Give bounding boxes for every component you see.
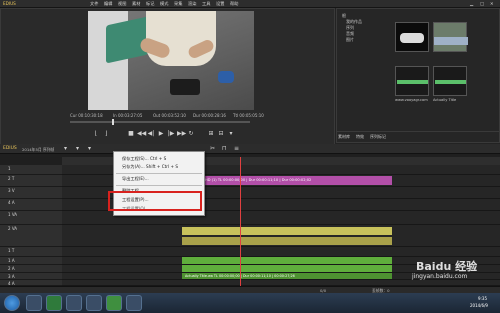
watermark-brand: Baidu 经验 — [416, 260, 478, 273]
menu-icon[interactable]: ▾ — [227, 130, 235, 138]
video-preview — [88, 11, 254, 110]
bin-thumbnail[interactable] — [395, 22, 429, 52]
menu-separator — [116, 185, 202, 186]
snap-icon[interactable]: ⊓ — [222, 145, 227, 152]
menu-item-save-project[interactable]: 保存工程(S)... Ctrl + S — [122, 156, 166, 162]
playhead[interactable] — [240, 157, 241, 294]
track-header[interactable]: 4 A — [0, 199, 62, 211]
taskbar-app-icon[interactable] — [106, 295, 122, 311]
taskbar-edius-icon[interactable] — [46, 295, 62, 311]
timeline-clip[interactable]: Actually Title.wa TL 00:00:00;00 | Dur 0… — [182, 273, 392, 279]
open-icon[interactable]: ▾ — [76, 145, 79, 152]
timeline-clip[interactable] — [182, 227, 392, 235]
thumbnail-label: www.vooyagr.com — [395, 98, 428, 102]
overwrite-icon[interactable]: ⊟ — [217, 130, 225, 138]
baidu-watermark: Baidu 经验 jingyan.baidu.com — [404, 258, 496, 280]
bin-thumbnail-audio[interactable] — [433, 66, 467, 96]
tab-sequence-marker[interactable]: 序列标记 — [370, 134, 386, 140]
timeline-clip-audio[interactable] — [182, 237, 392, 245]
menu-view[interactable]: 视图 — [118, 1, 126, 7]
track-row[interactable] — [62, 225, 500, 247]
bin-thumbnail[interactable] — [433, 22, 468, 52]
mark-in-icon[interactable]: ⌊ — [92, 130, 100, 138]
taskbar-explorer-icon[interactable] — [26, 295, 42, 311]
track-header[interactable]: 1 T — [0, 247, 62, 257]
timecode-dur: Dur 00:00:28:16 — [193, 113, 226, 118]
taskbar-app-icon[interactable] — [66, 295, 82, 311]
timecode-cur: Cur 00:10:30:18 — [70, 113, 103, 118]
edius-app: EDIUS 文件 编辑 视图 素材 标记 模式 采集 渲染 工具 设置 帮助 ▁… — [0, 0, 500, 313]
menu-edit[interactable]: 编辑 — [104, 1, 112, 7]
track-row[interactable] — [62, 247, 500, 257]
track-header[interactable]: 3 A — [0, 273, 62, 280]
timecode-ttl: Ttl 00:05:05:10 — [233, 113, 264, 118]
taskbar-app-icon[interactable] — [126, 295, 142, 311]
clip-label: HD (1) TL 00:00:00;00 | Dur 00:00:11;10 … — [205, 178, 312, 182]
app-logo: EDIUS — [3, 1, 16, 6]
thumbnail-label: Actually Title — [433, 98, 457, 102]
start-button[interactable] — [4, 295, 20, 311]
taskbar-app-icon[interactable] — [86, 295, 102, 311]
menu-item-export-project[interactable]: 导出工程(E)... — [122, 176, 149, 182]
status-bar: 0/0 丢帧数：0 — [0, 286, 500, 293]
tab-effects[interactable]: 特效 — [356, 134, 364, 140]
tab-bin[interactable]: 素材库 — [338, 134, 350, 140]
fast-forward-icon[interactable]: ▶▶ — [177, 130, 186, 138]
track-header[interactable]: 1 A — [0, 257, 62, 265]
timeline-clip[interactable]: HD (1) TL 00:00:00;00 | Dur 00:00:11;10 … — [202, 176, 392, 185]
bin-tabs: 素材库 特效 序列标记 — [336, 131, 500, 141]
bin-folder-tree: 根 我的作品 序列 音频 图片 — [338, 13, 388, 133]
menu-mode[interactable]: 模式 — [160, 1, 168, 7]
track-header[interactable]: 1 — [0, 165, 62, 175]
maximize-icon[interactable]: □ — [480, 1, 484, 6]
scrub-handle[interactable] — [112, 119, 114, 125]
menu-help[interactable]: 帮助 — [230, 1, 238, 7]
cut-icon[interactable]: ✂ — [210, 145, 215, 152]
menu-clip[interactable]: 素材 — [132, 1, 140, 7]
title-bar: EDIUS 文件 编辑 视图 素材 标记 模式 采集 渲染 工具 设置 帮助 ▁… — [0, 0, 500, 8]
menu-marker[interactable]: 标记 — [146, 1, 154, 7]
play-icon[interactable]: ▶ — [157, 130, 165, 138]
windows-taskbar: 9:35 2014/6/9 — [0, 293, 500, 313]
loop-icon[interactable]: ↻ — [187, 130, 195, 138]
menu-tools[interactable]: 工具 — [202, 1, 210, 7]
bin-thumbnail-audio[interactable] — [395, 66, 429, 96]
highlight-box — [108, 191, 202, 211]
track-header[interactable]: 2 A — [0, 265, 62, 273]
clock-time: 9:35 — [478, 296, 487, 301]
new-icon[interactable]: ▾ — [64, 145, 67, 152]
track-header[interactable]: 3 V — [0, 187, 62, 199]
watermark-url: jingyan.baidu.com — [412, 273, 468, 280]
ripple-icon[interactable]: ≡ — [234, 145, 239, 152]
timecode-out: Out 00:03:52:10 — [153, 113, 186, 118]
rewind-icon[interactable]: ◀◀ — [137, 130, 146, 138]
timeline-app-logo: EDIUS — [3, 146, 17, 151]
project-name: 2014年5月 序列帧 — [22, 146, 55, 152]
step-forward-icon[interactable]: |▶ — [167, 130, 175, 138]
track-header[interactable]: 2 VA — [0, 225, 62, 247]
mark-out-icon[interactable]: ⌋ — [102, 130, 110, 138]
save-icon[interactable]: ▾ — [88, 145, 91, 152]
timeline-toolbar: EDIUS 2014年5月 序列帧 ▾ ▾ ▾ ✂ ⊓ ≡ — [0, 144, 500, 154]
track-header[interactable]: 1 VA — [0, 211, 62, 225]
menu-item-save-as[interactable]: 另存为(A)... Shift + Ctrl + S — [122, 164, 178, 170]
timecode-in: In 00:03:27:05 — [113, 113, 143, 118]
step-back-icon[interactable]: ◀| — [147, 130, 155, 138]
timeline-clip[interactable] — [182, 265, 392, 272]
tree-folder[interactable]: 图片 — [346, 37, 354, 43]
menu-separator — [116, 173, 202, 174]
clock-date: 2014/6/9 — [470, 303, 488, 308]
scrub-bar[interactable] — [70, 121, 250, 123]
timeline-clip[interactable] — [182, 257, 392, 264]
menu-render[interactable]: 渲染 — [188, 1, 196, 7]
menu-capture[interactable]: 采集 — [174, 1, 182, 7]
stop-icon[interactable]: ■ — [127, 130, 135, 138]
insert-icon[interactable]: ⊞ — [207, 130, 215, 138]
menu-settings[interactable]: 设置 — [216, 1, 224, 7]
minimize-icon[interactable]: ▁ — [470, 1, 473, 6]
track-header[interactable]: 2 T — [0, 175, 62, 187]
close-icon[interactable]: ✕ — [490, 1, 494, 6]
menu-file[interactable]: 文件 — [90, 1, 98, 7]
player-controls: ⌊ ⌋ ■ ◀◀ ◀| ▶ |▶ ▶▶ ↻ ⊞ ⊟ ▾ — [80, 130, 330, 139]
